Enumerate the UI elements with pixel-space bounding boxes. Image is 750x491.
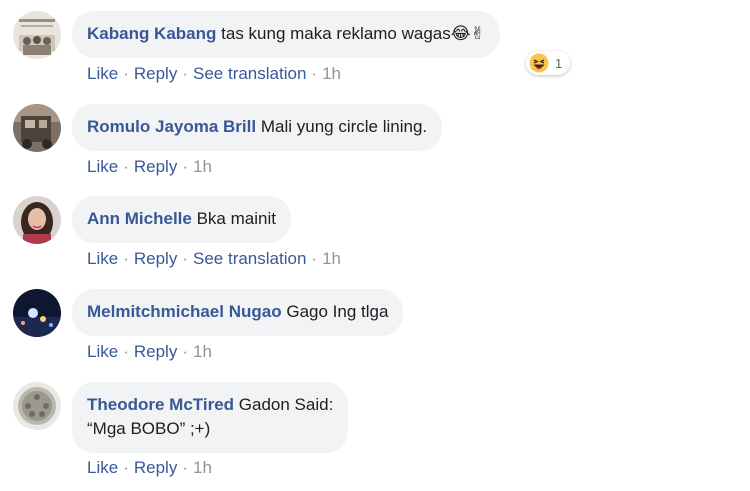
like-link[interactable]: Like — [87, 458, 118, 477]
comment-bubble: Romulo Jayoma Brill Mali yung circle lin… — [72, 104, 443, 151]
reply-link[interactable]: Reply — [134, 64, 177, 83]
comment-author[interactable]: Kabang Kabang — [87, 24, 216, 43]
reply-link[interactable]: Reply — [134, 249, 177, 268]
comment-text: Gago Ing tlga — [286, 302, 389, 321]
comment-actions: Like · Reply · 1h — [87, 157, 212, 176]
comment-author[interactable]: Romulo Jayoma Brill — [87, 117, 256, 136]
timestamp[interactable]: 1h — [193, 157, 212, 176]
reaction-count: 1 — [555, 55, 563, 71]
like-link[interactable]: Like — [87, 249, 118, 268]
comment-author[interactable]: Ann Michelle — [87, 209, 192, 228]
laugh-reaction-icon — [529, 53, 549, 73]
timestamp[interactable]: 1h — [322, 64, 341, 83]
like-link[interactable]: Like — [87, 342, 118, 361]
like-link[interactable]: Like — [87, 157, 118, 176]
avatar[interactable] — [13, 382, 61, 430]
comment-author[interactable]: Theodore McTired — [87, 395, 234, 414]
reply-link[interactable]: Reply — [134, 458, 177, 477]
reply-link[interactable]: Reply — [134, 157, 177, 176]
avatar[interactable] — [13, 289, 61, 337]
see-translation-link[interactable]: See translation — [193, 64, 306, 83]
comment-text-line-2: “Mga BOBO” ;+) — [87, 419, 211, 438]
timestamp[interactable]: 1h — [193, 342, 212, 361]
comment-actions: Like · Reply · 1h — [87, 458, 212, 477]
comment-text: Bka mainit — [196, 209, 276, 228]
comment-bubble: Melmitchmichael Nugao Gago Ing tlga — [72, 289, 404, 336]
comment-actions: Like · Reply · 1h — [87, 342, 212, 361]
avatar[interactable] — [13, 11, 61, 59]
comment-text: Mali yung circle lining. — [260, 117, 428, 136]
comment-actions: Like · Reply · See translation · 1h — [87, 249, 341, 268]
comment-text: tas kung maka reklamo wagas😂✌ — [221, 24, 485, 43]
comment-text: Gadon Said: — [238, 395, 334, 414]
comment-bubble: Theodore McTired Gadon Said: “Mga BOBO” … — [72, 382, 349, 453]
like-link[interactable]: Like — [87, 64, 118, 83]
reaction-badge[interactable]: 1 — [526, 51, 571, 75]
comment-actions: Like · Reply · See translation · 1h — [87, 64, 341, 83]
comment-bubble: Ann Michelle Bka mainit — [72, 196, 291, 243]
reply-link[interactable]: Reply — [134, 342, 177, 361]
timestamp[interactable]: 1h — [193, 458, 212, 477]
avatar[interactable] — [13, 104, 61, 152]
comment-bubble: Kabang Kabang tas kung maka reklamo waga… — [72, 11, 500, 58]
timestamp[interactable]: 1h — [322, 249, 341, 268]
avatar[interactable] — [13, 196, 61, 244]
comment-author[interactable]: Melmitchmichael Nugao — [87, 302, 282, 321]
see-translation-link[interactable]: See translation — [193, 249, 306, 268]
